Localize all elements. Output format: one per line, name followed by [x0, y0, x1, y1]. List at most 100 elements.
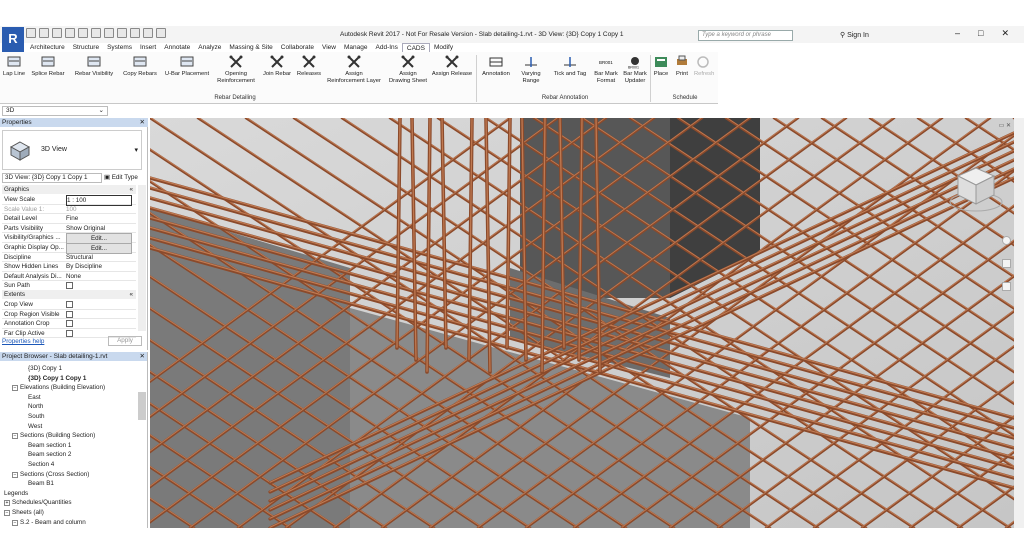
sign-in-link[interactable]: ⚲ Sign In	[840, 31, 869, 39]
bar-mark-updater-button[interactable]: BR001 Bar Mark Updater	[622, 55, 648, 85]
scrollbar[interactable]	[138, 185, 146, 331]
collapse-icon[interactable]: −	[4, 510, 10, 516]
browser-item[interactable]: − Sections (Cross Section)	[12, 470, 89, 480]
browser-item[interactable]: East	[28, 393, 41, 403]
properties-help-link[interactable]: Properties help	[2, 338, 44, 345]
property-value[interactable]: Fine	[66, 214, 132, 223]
tab-add-ins[interactable]: Add-Ins	[372, 43, 402, 52]
rebar-model-view[interactable]	[150, 118, 1014, 528]
property-value[interactable]: Show Original	[66, 224, 132, 233]
3d-viewport[interactable]: ▭ ✕	[150, 118, 1014, 528]
tab-insert[interactable]: Insert	[136, 43, 160, 52]
close-button[interactable]: ✕	[1001, 28, 1009, 39]
zoom-icon[interactable]	[1002, 259, 1011, 268]
opening-reinforcement-button[interactable]: Opening Reinforcement	[214, 55, 258, 85]
tab-view[interactable]: View	[318, 43, 340, 52]
application-menu-button[interactable]: R	[2, 27, 24, 53]
tab-architecture[interactable]: Architecture	[26, 43, 69, 52]
thin-lines-icon[interactable]	[143, 28, 153, 38]
browser-item[interactable]: − Sheets (all)	[4, 508, 44, 518]
viewport-restore-icon[interactable]: ▭ ✕	[999, 122, 1011, 129]
open-icon[interactable]	[26, 28, 36, 38]
browser-item[interactable]: Beam B1	[28, 479, 54, 489]
save-icon[interactable]	[39, 28, 49, 38]
tab-collaborate[interactable]: Collaborate	[277, 43, 318, 52]
group-graphics[interactable]: Graphics «	[2, 185, 136, 194]
browser-item[interactable]: Section 4	[28, 460, 54, 470]
switch-windows-icon[interactable]	[156, 28, 166, 38]
minimize-button[interactable]: –	[955, 28, 960, 39]
annotation-button[interactable]: Annotation	[479, 55, 513, 78]
browser-item[interactable]: Beam section 1	[28, 441, 71, 451]
instance-selector[interactable]: 3D View: {3D} Copy 1 Copy 1	[2, 173, 102, 183]
tab-manage[interactable]: Manage	[340, 43, 372, 52]
browser-item[interactable]: Legends	[4, 489, 28, 499]
3d-view-icon[interactable]	[117, 28, 127, 38]
close-icon[interactable]: ✕	[140, 352, 145, 361]
u-bar-placement-button[interactable]: U-Bar Placement	[163, 55, 211, 78]
maximize-button[interactable]: □	[978, 28, 983, 39]
checkbox[interactable]	[66, 329, 73, 337]
checkbox[interactable]	[66, 310, 73, 318]
tab-massing-site[interactable]: Massing & Site	[225, 43, 276, 52]
checkbox[interactable]	[66, 301, 73, 308]
expand-icon[interactable]: +	[4, 500, 10, 507]
collapse-icon[interactable]: −	[12, 433, 18, 440]
scrollbar[interactable]	[138, 392, 146, 420]
refresh-button[interactable]: Refresh	[694, 55, 714, 78]
browser-item[interactable]: {3D} Copy 1	[28, 364, 62, 374]
browser-item[interactable]: West	[28, 422, 42, 432]
copy-rebars-button[interactable]: Copy Rebars	[120, 55, 160, 78]
browser-item[interactable]: − Elevations (Building Elevation)	[12, 383, 105, 393]
property-value[interactable]: None	[66, 272, 132, 281]
releases-button[interactable]: Releases	[296, 55, 322, 78]
measure-icon[interactable]	[91, 28, 101, 38]
pan-icon[interactable]	[1002, 282, 1011, 291]
vertical-scrollbar[interactable]	[1014, 118, 1024, 528]
property-value[interactable]: Structural	[66, 253, 132, 262]
search-input[interactable]: Type a keyword or phrase	[698, 30, 793, 41]
checkbox[interactable]	[66, 320, 73, 328]
browser-item[interactable]: Beam section 2	[28, 450, 71, 460]
undo-icon[interactable]	[52, 28, 62, 38]
edit-type-button[interactable]: ▣ Edit Type	[104, 173, 144, 183]
text-icon[interactable]	[104, 28, 114, 38]
tab-modify[interactable]: Modify	[430, 43, 457, 52]
tick-and-tag-button[interactable]: Tick and Tag	[550, 55, 590, 78]
collapse-icon[interactable]: −	[12, 385, 18, 392]
lap-line-button[interactable]: Lap Line	[2, 55, 26, 78]
tab-annotate[interactable]: Annotate	[160, 43, 194, 52]
redo-icon[interactable]	[65, 28, 75, 38]
varying-range-button[interactable]: Varying Range	[519, 55, 543, 85]
print-icon[interactable]	[78, 28, 88, 38]
view-cube[interactable]	[946, 158, 1006, 218]
tab-systems[interactable]: Systems	[103, 43, 136, 52]
browser-item[interactable]: − S.2 - Beam and column	[12, 518, 86, 528]
tab-structure[interactable]: Structure	[69, 43, 103, 52]
place-button[interactable]: Place	[652, 55, 670, 78]
property-value[interactable]: By Discipline	[66, 262, 132, 271]
print-button[interactable]: Print	[674, 55, 690, 78]
section-icon[interactable]	[130, 28, 140, 38]
assign-drawing-sheet-button[interactable]: Assign Drawing Sheet	[388, 55, 428, 85]
steering-wheel-icon[interactable]	[1002, 236, 1011, 245]
tab-cads[interactable]: CADS	[401, 43, 430, 52]
collapse-icon[interactable]: −	[12, 519, 18, 526]
close-icon[interactable]: ✕	[140, 118, 145, 127]
property-value[interactable]: 100	[66, 205, 132, 214]
bar-mark-format-button[interactable]: BR001 Bar Mark Format	[593, 55, 619, 85]
join-rebar-button[interactable]: Join Rebar	[261, 55, 293, 78]
type-preview[interactable]: 3D View ▾	[2, 130, 142, 170]
sun-path-checkbox[interactable]	[66, 282, 73, 290]
group-extents[interactable]: Extents «	[2, 290, 136, 299]
navigation-bar[interactable]	[1002, 236, 1012, 356]
browser-item[interactable]: South	[28, 412, 44, 422]
apply-button[interactable]: Apply	[108, 336, 142, 346]
type-selector[interactable]: 3D ⌄	[2, 106, 108, 116]
browser-item[interactable]: {3D} Copy 1 Copy 1	[28, 374, 86, 384]
browser-item[interactable]: + Schedules/Quantities	[4, 498, 72, 508]
browser-item[interactable]: North	[28, 402, 43, 412]
browser-item[interactable]: − Sections (Building Section)	[12, 431, 95, 441]
splice-rebar-button[interactable]: Splice Rebar	[28, 55, 68, 78]
rebar-visibility-button[interactable]: Rebar Visibility	[70, 55, 118, 78]
